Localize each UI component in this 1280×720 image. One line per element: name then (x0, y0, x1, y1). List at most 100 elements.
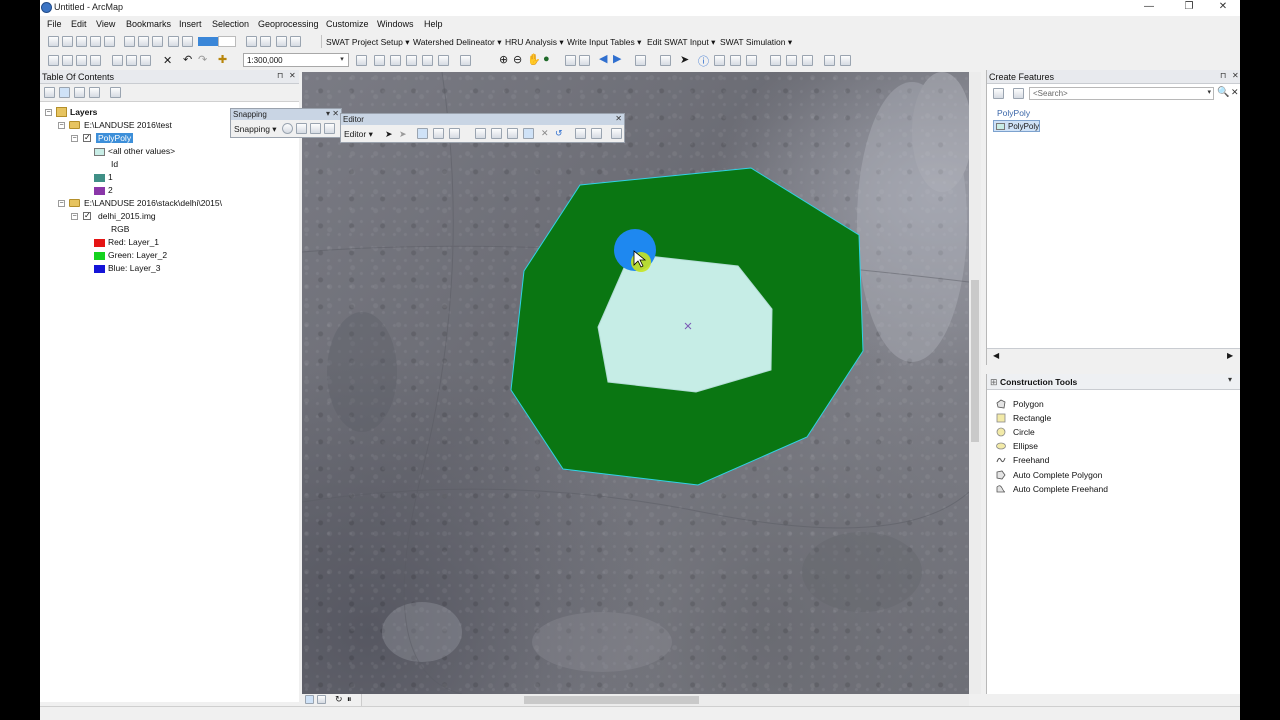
create-features-icon[interactable] (611, 128, 622, 139)
redo-icon[interactable]: ↷ (198, 53, 207, 66)
collapse-icon[interactable]: − (58, 122, 65, 129)
tool-icon[interactable] (276, 36, 287, 47)
template-search-input[interactable]: <Search> ▾ (1029, 87, 1214, 100)
toolbar-controls[interactable]: ▾ ✕ (326, 109, 339, 118)
find-icon[interactable] (714, 55, 725, 66)
refresh-icon[interactable]: ↻ (335, 694, 343, 705)
menu-geoprocessing[interactable]: Geoprocessing (258, 19, 319, 29)
snapping-menu[interactable]: Snapping ▾ (234, 124, 277, 135)
open-icon[interactable] (62, 55, 73, 66)
list-by-selection-icon[interactable] (89, 87, 100, 98)
end-snapping-icon[interactable] (296, 123, 307, 134)
scroll-left-icon[interactable]: ◀ (993, 351, 999, 360)
data-frame-layers[interactable]: Layers (70, 107, 97, 117)
menu-insert[interactable]: Insert (179, 19, 202, 29)
print-icon[interactable] (90, 55, 101, 66)
watershed-delineator-menu[interactable]: Watershed Delineator ▾ (413, 37, 502, 48)
list-by-source-icon[interactable] (59, 87, 70, 98)
edge-snapping-icon[interactable] (324, 123, 335, 134)
trace-icon[interactable] (449, 128, 460, 139)
tool-icon[interactable] (460, 55, 471, 66)
collapse-icon[interactable]: − (45, 109, 52, 116)
tool-icon[interactable] (824, 55, 835, 66)
toolbar-controls[interactable]: ✕ (615, 114, 622, 123)
layout-view-icon[interactable] (317, 695, 326, 704)
tool-icon[interactable] (390, 55, 401, 66)
menu-view[interactable]: View (96, 19, 115, 29)
tool-icon[interactable] (104, 36, 115, 47)
select-features-icon[interactable] (635, 55, 646, 66)
scroll-right-icon[interactable]: ▶ (1227, 351, 1233, 360)
hyperlink-icon[interactable] (746, 55, 757, 66)
tool-icon[interactable] (152, 36, 163, 47)
annotation-tool-icon[interactable]: ➤ (399, 129, 407, 140)
map-scale-combo[interactable]: 1:300,000 ▾ (243, 53, 349, 67)
template-item-polypoly[interactable]: PolyPoly (993, 120, 1040, 132)
clear-selection-icon[interactable] (660, 55, 671, 66)
zoom-out-icon[interactable]: ⊖ (513, 53, 522, 66)
undo-icon[interactable]: ↶ (183, 53, 192, 66)
collapse-icon[interactable]: − (58, 200, 65, 207)
list-by-visibility-icon[interactable] (74, 87, 85, 98)
forward-extent-icon[interactable]: ▶ (613, 52, 621, 65)
back-extent-icon[interactable]: ◀ (599, 52, 607, 65)
pin-icon[interactable]: ⊓ (277, 71, 283, 80)
reshape-feature-icon[interactable] (491, 128, 502, 139)
fixed-zoom-out-icon[interactable] (579, 55, 590, 66)
tool-ellipse[interactable]: Ellipse (996, 441, 1038, 451)
options-icon[interactable] (110, 87, 121, 98)
tool-icon[interactable] (422, 55, 433, 66)
sketch-properties-icon[interactable] (591, 128, 602, 139)
tool-icon[interactable] (770, 55, 781, 66)
cut-icon[interactable] (112, 55, 123, 66)
edit-vertices-icon[interactable] (475, 128, 486, 139)
editor-toolbar-icon[interactable] (356, 55, 367, 66)
rotate-icon[interactable]: ↺ (555, 128, 563, 139)
paste-icon[interactable] (140, 55, 151, 66)
dropdown-icon[interactable] (218, 36, 236, 47)
menu-windows[interactable]: Windows (377, 19, 414, 29)
map-canvas[interactable] (302, 72, 969, 694)
add-data-icon[interactable]: ✚ (218, 53, 227, 66)
identify-icon[interactable]: ⓘ (698, 53, 709, 69)
tool-icon[interactable] (260, 36, 271, 47)
layer-visibility-checkbox[interactable]: ✓ (83, 134, 91, 142)
scroll-thumb[interactable] (524, 696, 699, 704)
split-tool-icon[interactable] (523, 128, 534, 139)
edit-tool-icon[interactable]: ➤ (385, 129, 393, 140)
vertex-snapping-icon[interactable] (310, 123, 321, 134)
tool-icon[interactable] (182, 36, 193, 47)
fixed-zoom-in-icon[interactable] (565, 55, 576, 66)
menu-customize[interactable]: Customize (326, 19, 369, 29)
measure-icon[interactable] (730, 55, 741, 66)
pin-icon[interactable]: ⊓ (1220, 71, 1226, 80)
copy-icon[interactable] (126, 55, 137, 66)
tool-icon[interactable] (168, 36, 179, 47)
hru-analysis-menu[interactable]: HRU Analysis ▾ (505, 37, 564, 48)
tool-icon[interactable] (62, 36, 73, 47)
collapse-icon[interactable]: − (71, 213, 78, 220)
scroll-down-icon[interactable]: ▾ (1228, 375, 1232, 384)
menu-help[interactable]: Help (424, 19, 443, 29)
save-icon[interactable] (76, 55, 87, 66)
attributes-icon[interactable] (575, 128, 586, 139)
pause-drawing-icon[interactable]: ⏸ (347, 694, 352, 705)
straight-segment-icon[interactable] (417, 128, 428, 139)
tool-icon[interactable] (90, 36, 101, 47)
collapse-icon[interactable]: − (71, 135, 78, 142)
editor-menu[interactable]: Editor ▾ (344, 129, 373, 140)
organize-templates-icon[interactable] (993, 88, 1004, 99)
tool-freehand[interactable]: Freehand (996, 455, 1049, 465)
color-picker-icon[interactable] (198, 37, 218, 46)
close-icon[interactable]: ✕ (1232, 71, 1239, 80)
tool-icon[interactable] (290, 36, 301, 47)
point-snapping-icon[interactable] (282, 123, 293, 134)
restore-icon[interactable]: ❐ (1172, 0, 1206, 16)
layer-delhi-2015[interactable]: delhi_2015.img (98, 211, 156, 221)
tool-auto-complete-freehand[interactable]: Auto Complete Freehand (996, 484, 1108, 494)
clear-search-icon[interactable]: ✕ (1231, 87, 1239, 98)
tool-icon[interactable] (802, 55, 813, 66)
swat-simulation-menu[interactable]: SWAT Simulation ▾ (720, 37, 792, 48)
delete-vertex-icon[interactable]: ✕ (541, 128, 549, 139)
tool-rectangle[interactable]: Rectangle (996, 413, 1051, 423)
